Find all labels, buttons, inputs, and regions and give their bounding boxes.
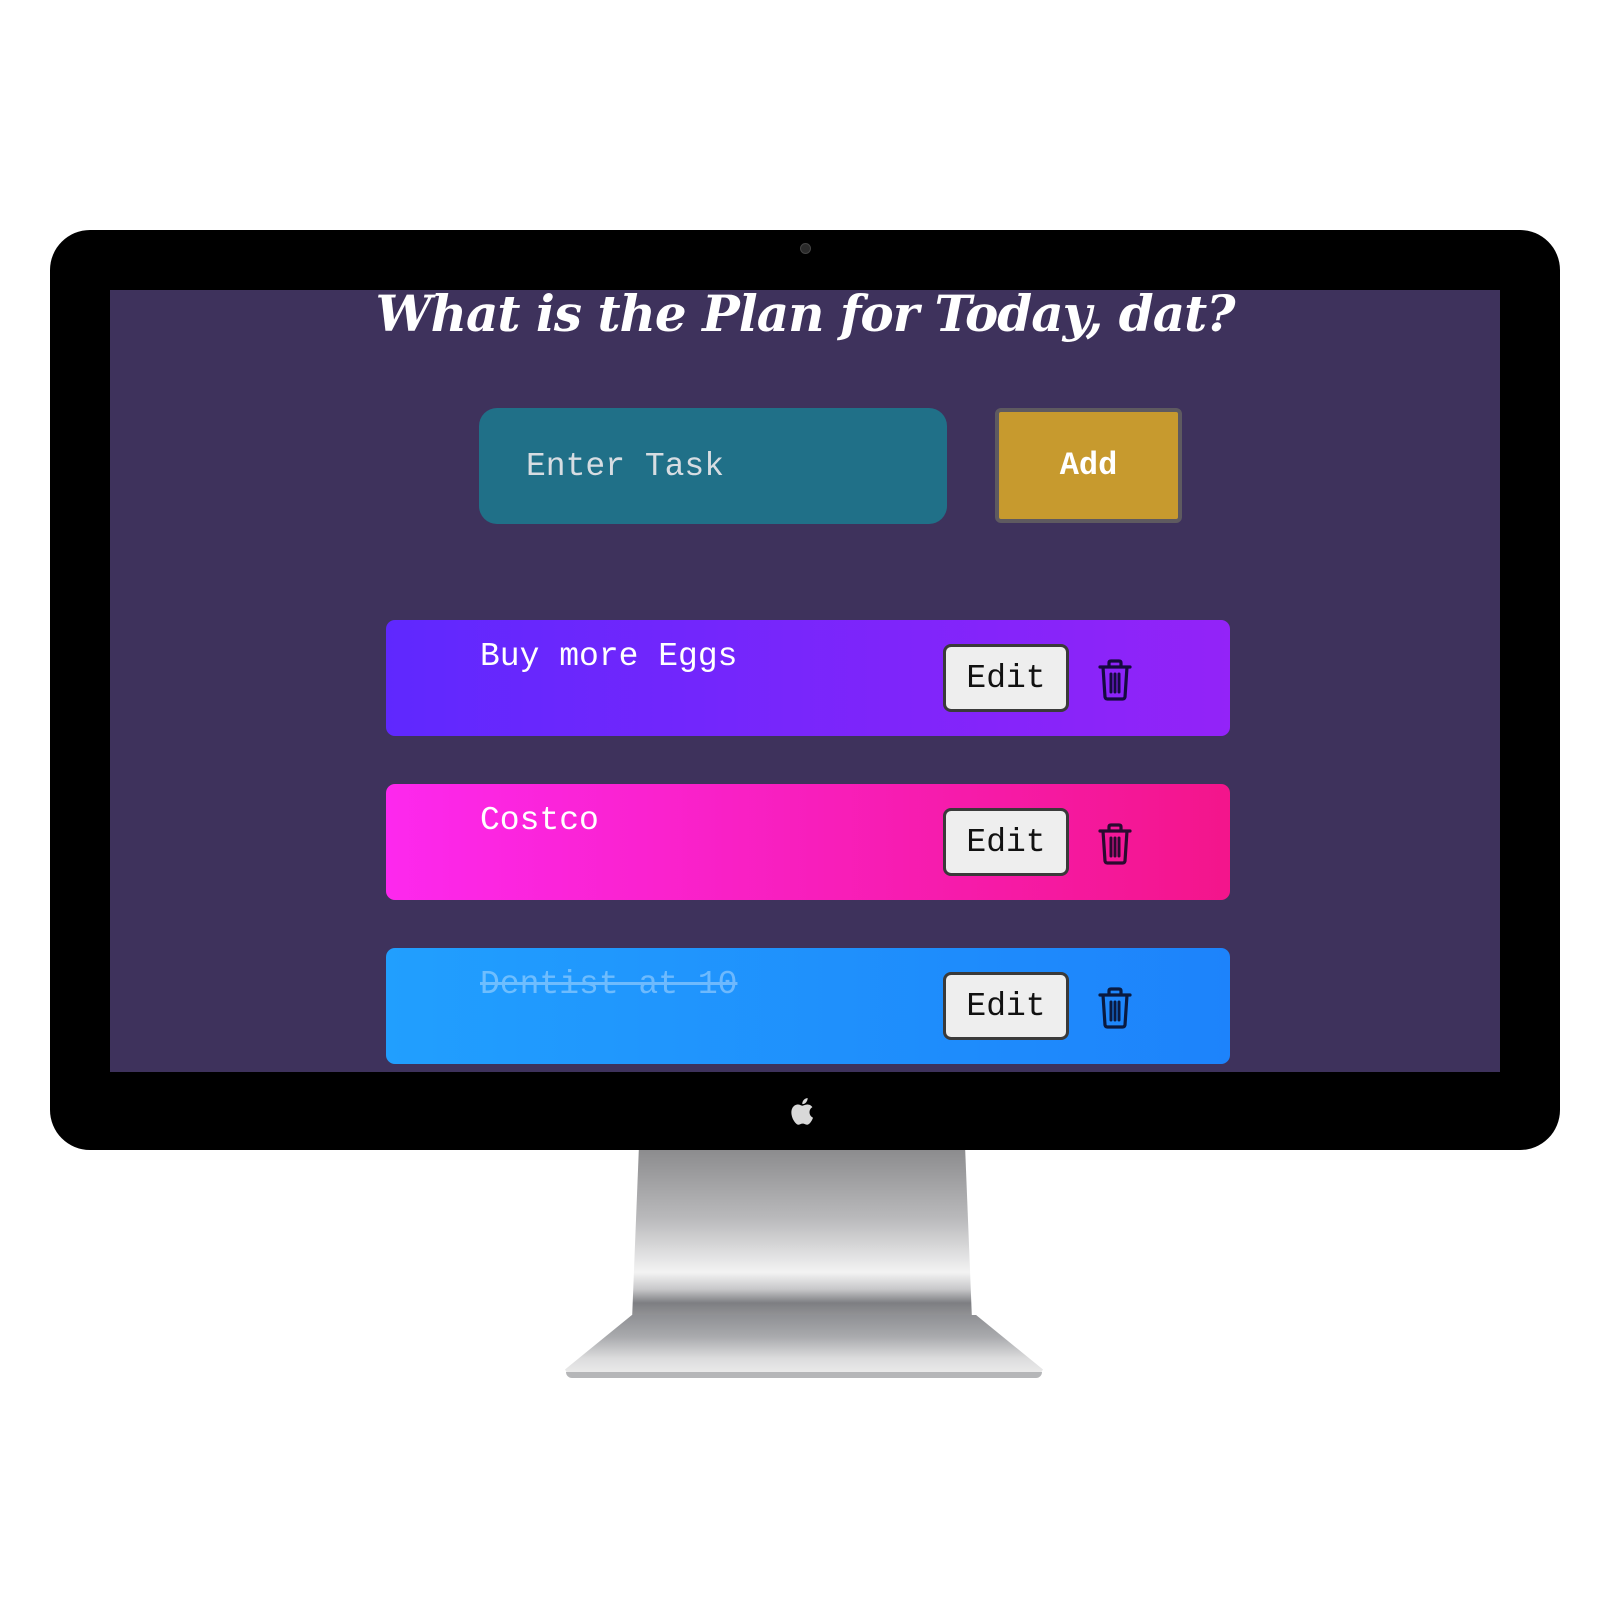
trash-icon[interactable] <box>1095 986 1135 1030</box>
edit-button[interactable]: Edit <box>943 972 1069 1040</box>
monitor-stand-neck <box>632 1150 972 1320</box>
trash-icon[interactable] <box>1095 822 1135 866</box>
camera-icon <box>800 243 811 254</box>
app-screen: What is the Plan for Today, dat? Add Buy… <box>110 290 1500 1072</box>
page-title: What is the Plan for Today, dat? <box>375 290 1236 343</box>
todo-text[interactable]: Costco <box>480 802 599 839</box>
todo-item: Dentist at 10 Edit <box>386 948 1230 1064</box>
edit-button[interactable]: Edit <box>943 644 1069 712</box>
page: What is the Plan for Today, dat? Add Buy… <box>0 0 1600 1600</box>
task-input[interactable] <box>479 408 947 524</box>
monitor-stand-base <box>565 1315 1043 1377</box>
todo-text-completed[interactable]: Dentist at 10 <box>480 966 737 1003</box>
trash-icon[interactable] <box>1095 658 1135 702</box>
todo-text[interactable]: Buy more Eggs <box>480 638 737 675</box>
add-button[interactable]: Add <box>995 408 1182 523</box>
todo-item: Buy more Eggs Edit <box>386 620 1230 736</box>
apple-logo-icon <box>791 1098 813 1125</box>
edit-button[interactable]: Edit <box>943 808 1069 876</box>
monitor-stand-edge <box>566 1372 1042 1378</box>
todo-item: Costco Edit <box>386 784 1230 900</box>
